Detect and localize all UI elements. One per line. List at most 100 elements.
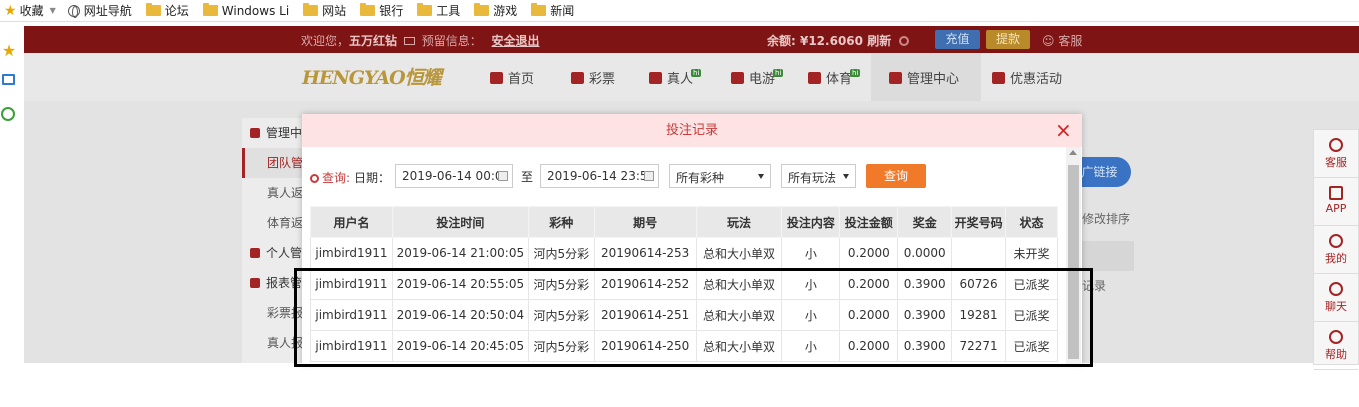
cell-issue: 20190614-250 [593, 330, 697, 362]
rail-help[interactable]: 帮助 [1314, 322, 1358, 370]
nav-home[interactable]: 首页 [490, 68, 534, 87]
col-header-content: 投注内容 [781, 206, 841, 238]
sidebar-heading-management: 管理中 [242, 118, 306, 148]
bookmark-sites[interactable]: 网站 [303, 2, 346, 19]
rail-chat[interactable]: 聊天 [1314, 274, 1358, 322]
cell-prize: 0.0000 [897, 237, 953, 269]
sidebar-item-team[interactable]: 团队管 [242, 148, 306, 178]
mail-icon[interactable] [403, 37, 415, 45]
bookmark-games[interactable]: 游戏 [474, 2, 517, 19]
logout-link[interactable]: 安全退出 [492, 34, 540, 48]
search-icon [310, 174, 319, 183]
lottery-type-select[interactable]: 所有彩种 [669, 164, 771, 188]
bookmark-forum[interactable]: 论坛 [145, 2, 189, 19]
date-to-input[interactable]: 2019-06-14 23:5 [540, 164, 659, 188]
col-header-issue: 期号 [593, 206, 697, 238]
refresh-link[interactable]: 刷新 [867, 34, 891, 48]
nav-label: 真人 [667, 72, 694, 87]
favorites-label: 收藏 [19, 4, 44, 18]
sidebar-heading-reports: 报表管 [242, 268, 306, 298]
query-button[interactable]: 查询 [866, 164, 926, 188]
rail-label: 我的 [1325, 252, 1347, 265]
cell-content: 小 [781, 330, 841, 362]
cell-prize: 0.3900 [897, 330, 953, 362]
bookmark-news[interactable]: 新闻 [531, 2, 574, 19]
withdraw-button[interactable]: 提款 [986, 30, 1030, 49]
sidebar-heading-personal: 个人管 [242, 238, 306, 268]
cell-play: 总和大小单双 [695, 299, 783, 331]
phone-icon [1329, 186, 1343, 200]
balance-value: ¥12.6060 [799, 34, 863, 48]
date-from-input[interactable]: 2019-06-14 00:0 [395, 164, 513, 188]
rail-app[interactable]: APP [1314, 178, 1358, 226]
rail-mine[interactable]: 我的 [1314, 226, 1358, 274]
service-label: 客服 [1058, 34, 1083, 48]
nav-lottery[interactable]: 彩票 [571, 68, 615, 87]
cell-prize: 0.3900 [897, 299, 953, 331]
nav-live[interactable]: 真人 hi [649, 68, 702, 87]
modal-title: 投注记录 [665, 123, 718, 138]
date-to-value: 2019-06-14 23:5 [547, 169, 648, 183]
bookmark-tools[interactable]: 工具 [417, 2, 460, 19]
username: 五万红钻 [349, 34, 398, 48]
bookmark-url-nav[interactable]: 网址导航 [67, 2, 132, 19]
query-text: 查询: [322, 171, 351, 185]
folder-icon [145, 3, 161, 16]
calendar-icon[interactable] [498, 171, 508, 181]
bet-records-modal: 投注记录 × 查询: 日期： 2019-06-14 00:0 至 2019-06… [302, 114, 1082, 364]
service-link[interactable]: ☺ 客服 [1042, 32, 1082, 49]
col-header-amount: 投注金额 [839, 206, 899, 238]
cell-issue: 20190614-253 [593, 237, 697, 269]
col-header-bet-time: 投注时间 [391, 206, 529, 238]
history-clock-icon[interactable] [1, 107, 15, 121]
eye-icon[interactable] [899, 36, 910, 46]
cell-lottery: 河内5分彩 [527, 237, 595, 269]
rail-service[interactable]: 客服 [1314, 130, 1358, 178]
sidebar-item-lottery-report[interactable]: 彩票报 [242, 298, 306, 328]
cell-play: 总和大小单双 [695, 268, 783, 300]
notice-label: 预留信息： [421, 34, 482, 48]
table-row[interactable]: jimbird1911 2019-06-14 20:50:04 河内5分彩 20… [310, 299, 1058, 331]
sidebar-item-live-report[interactable]: 真人报 [242, 328, 306, 358]
users-icon [889, 71, 902, 84]
rail-label: APP [1325, 202, 1347, 215]
favorites-star-icon[interactable]: ★ [1, 41, 17, 60]
records-link[interactable]: 记录 [1082, 277, 1106, 294]
close-icon[interactable]: × [1055, 119, 1072, 141]
cell-content: 小 [781, 299, 841, 331]
folder-icon [417, 3, 433, 16]
help-icon [1329, 330, 1343, 344]
favorites-menu[interactable]: ★ 收藏 ▼ [4, 2, 56, 19]
nav-promotions[interactable]: 优惠活动 [992, 68, 1062, 87]
query-label: 查询: [310, 169, 350, 186]
scrollbar-thumb[interactable] [1068, 165, 1079, 359]
nav-management[interactable]: 管理中心 [889, 68, 959, 87]
play-type-select[interactable]: 所有玩法 [781, 164, 856, 188]
sidebar-item-sports-rebate[interactable]: 体育返 [242, 208, 306, 238]
nav-label: 首页 [508, 72, 535, 87]
site-logo[interactable]: HENGYAO恒耀 [302, 63, 460, 89]
sort-link[interactable]: 修改排序 [1082, 210, 1130, 227]
cell-lottery: 河内5分彩 [527, 268, 595, 300]
date-from-value: 2019-06-14 00:0 [402, 169, 503, 183]
cell-amount: 0.2000 [839, 299, 899, 331]
star-icon: ★ [4, 2, 17, 19]
deposit-button[interactable]: 充值 [935, 30, 980, 49]
bookmark-windows[interactable]: Windows Li [202, 3, 290, 18]
nav-egames[interactable]: 电游 hi [731, 68, 784, 87]
scroll-up-icon[interactable] [1069, 150, 1077, 155]
bookmark-bank[interactable]: 银行 [360, 2, 403, 19]
cell-lottery: 河内5分彩 [527, 299, 595, 331]
table-row[interactable]: jimbird1911 2019-06-14 20:55:05 河内5分彩 20… [310, 268, 1058, 300]
table-row[interactable]: jimbird1911 2019-06-14 21:00:05 河内5分彩 20… [310, 237, 1058, 269]
monitor-icon[interactable] [2, 74, 15, 85]
bookmark-label: Windows Li [221, 3, 290, 18]
table-row[interactable]: jimbird1911 2019-06-14 20:45:05 河内5分彩 20… [310, 330, 1058, 362]
sidebar-item-live-rebate[interactable]: 真人返 [242, 178, 306, 208]
modal-scrollbar[interactable] [1066, 147, 1081, 364]
calendar-icon[interactable] [644, 171, 654, 181]
folder-icon [474, 3, 490, 16]
hi-badge: hi [850, 69, 861, 77]
nav-label: 电游 [749, 72, 776, 87]
nav-sports[interactable]: 体育 hi [808, 68, 861, 87]
